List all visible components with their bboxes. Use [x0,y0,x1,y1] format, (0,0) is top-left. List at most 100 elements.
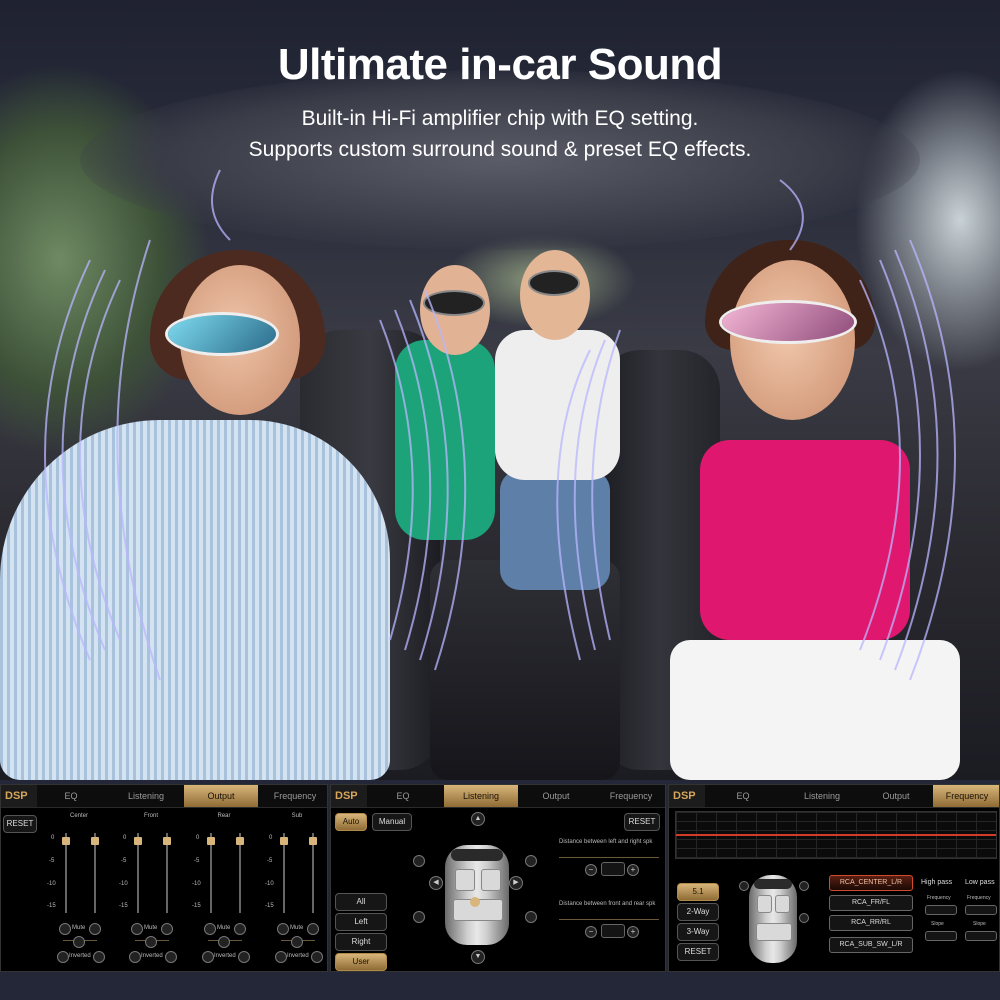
tab-listening[interactable]: Listening [444,785,518,807]
seat-icon [757,895,772,913]
front-right-slider[interactable] [166,833,168,913]
mute-toggle[interactable] [89,923,101,935]
frequency-response-graph[interactable] [675,811,997,859]
preset-left-button[interactable]: Left [335,913,387,931]
arrow-down-icon[interactable]: ▼ [471,950,485,964]
mute-toggle[interactable] [307,923,319,935]
rear-left-slider[interactable] [210,833,212,913]
reset-button[interactable]: RESET [3,815,37,833]
mode-2-way-button[interactable]: 2-Way [677,903,719,921]
tab-dsp[interactable]: DSP [1,785,37,807]
inverted-toggle[interactable] [165,951,177,963]
mode-3-way-button[interactable]: 3-Way [677,923,719,941]
scale-tick: 0 [269,835,273,841]
tab-output[interactable]: Output [861,785,931,807]
tab-dsp[interactable]: DSP [331,785,367,807]
seat-icon [481,869,501,891]
slider-knob[interactable] [309,837,317,845]
sub-right-slider[interactable] [312,833,314,913]
sub-left-slider[interactable] [283,833,285,913]
reset-button[interactable]: RESET [624,813,660,831]
slider-knob[interactable] [163,837,171,845]
tab-output[interactable]: Output [184,785,258,807]
channel-rca-rear[interactable]: RCA_RR/RL [829,915,913,931]
slider-knob[interactable] [236,837,244,845]
reset-button[interactable]: RESET [677,943,719,961]
slider-knob[interactable] [207,837,215,845]
arrow-up-icon[interactable]: ▲ [471,812,485,826]
scale-tick: -10 [192,881,201,887]
listening-position-marker[interactable] [470,897,480,907]
auto-button[interactable]: Auto [335,813,367,831]
mute-toggle[interactable] [204,923,216,935]
speaker-rear-right-icon[interactable] [525,911,537,923]
inverted-toggle[interactable] [275,951,287,963]
tab-eq[interactable]: EQ [713,785,773,807]
manual-button[interactable]: Manual [372,813,412,831]
tab-output[interactable]: Output [521,785,591,807]
slider-knob[interactable] [91,837,99,845]
tab-eq[interactable]: EQ [373,785,433,807]
speaker-rear-left-icon[interactable] [413,911,425,923]
mode-5-1-button[interactable]: 5.1 [677,883,719,901]
mute-toggle[interactable] [161,923,173,935]
link-icon[interactable] [73,936,85,948]
mute-toggle[interactable] [234,923,246,935]
front-left-slider[interactable] [137,833,139,913]
inverted-toggle[interactable] [238,951,250,963]
tab-frequency[interactable]: Frequency [933,785,999,807]
mute-toggle[interactable] [59,923,71,935]
hero-photo: Ultimate in-car Sound Built-in Hi-Fi amp… [0,0,1000,780]
arrow-right-icon[interactable]: ▶ [509,876,523,890]
tab-frequency[interactable]: Frequency [595,785,665,807]
tab-eq[interactable]: EQ [41,785,101,807]
slider-knob[interactable] [280,837,288,845]
hp-slope-label: Slope [931,921,944,927]
inverted-toggle[interactable] [57,951,69,963]
tab-listening[interactable]: Listening [111,785,181,807]
speaker-icon[interactable] [799,881,809,891]
slider-knob[interactable] [62,837,70,845]
mute-toggle[interactable] [131,923,143,935]
lp-frequency-select[interactable] [965,905,997,915]
speaker-icon[interactable] [739,881,749,891]
dsp-output-panel: DSP EQ Listening Output Frequency RESET … [0,784,328,972]
speaker-front-right-icon[interactable] [525,855,537,867]
mute-label: Mute [290,925,304,931]
mute-toggle[interactable] [277,923,289,935]
speaker-icon[interactable] [799,913,809,923]
tab-dsp[interactable]: DSP [669,785,705,807]
inverted-toggle[interactable] [93,951,105,963]
slider-knob[interactable] [134,837,142,845]
center-right-slider[interactable] [94,833,96,913]
link-icon[interactable] [291,936,303,948]
preset-user-button[interactable]: User [335,953,387,971]
hp-frequency-select[interactable] [925,905,957,915]
minus-icon[interactable]: − [585,864,597,876]
preset-right-button[interactable]: Right [335,933,387,951]
link-icon[interactable] [218,936,230,948]
preset-all-button[interactable]: All [335,893,387,911]
link-icon[interactable] [145,936,157,948]
inverted-toggle[interactable] [202,951,214,963]
scale-tick: 0 [51,835,55,841]
channel-rca-sub[interactable]: RCA_SUB_SW_L/R [829,937,913,953]
plus-icon[interactable]: + [627,926,639,938]
divider [559,857,659,858]
inverted-toggle[interactable] [311,951,323,963]
inverted-toggle[interactable] [129,951,141,963]
plus-icon[interactable]: + [627,864,639,876]
hp-slope-select[interactable] [925,931,957,941]
channel-rca-front[interactable]: RCA_FR/FL [829,895,913,911]
channel-rca-center[interactable]: RCA_CENTER_L/R [829,875,913,891]
inverted-label: Inverted [69,953,91,959]
center-left-slider[interactable] [65,833,67,913]
lp-slope-select[interactable] [965,931,997,941]
distance-lr-value [601,862,625,876]
tab-frequency[interactable]: Frequency [261,785,327,807]
arrow-left-icon[interactable]: ◀ [429,876,443,890]
speaker-front-left-icon[interactable] [413,855,425,867]
tab-listening[interactable]: Listening [787,785,857,807]
rear-right-slider[interactable] [239,833,241,913]
minus-icon[interactable]: − [585,926,597,938]
